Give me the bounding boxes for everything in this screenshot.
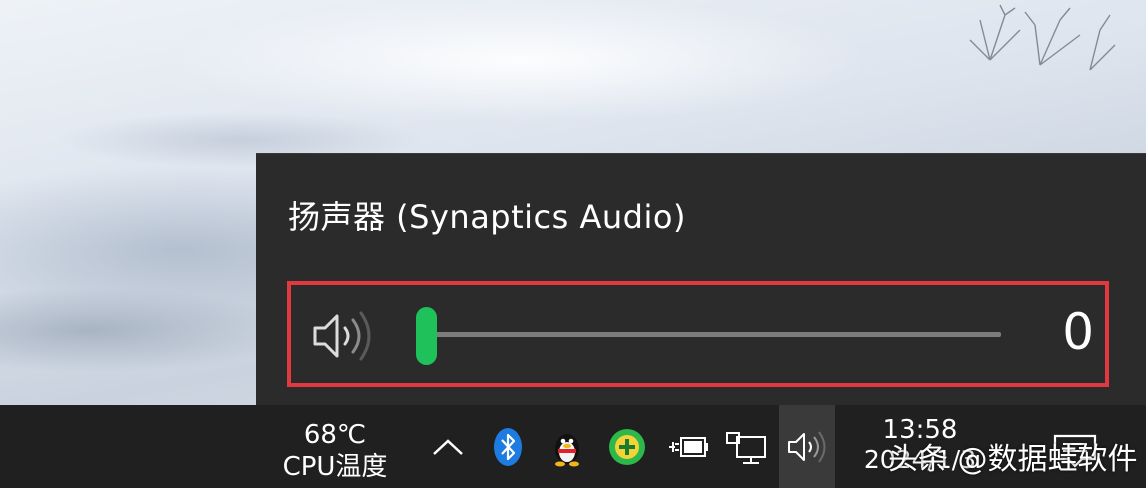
volume-slider-thumb[interactable] (416, 307, 437, 365)
volume-flyout: 扬声器 (Synaptics Audio) 0 (256, 153, 1146, 406)
cpu-temperature: 68℃ (303, 420, 367, 450)
battery-plug-icon[interactable] (666, 427, 710, 467)
qq-penguin-icon[interactable] (548, 427, 586, 467)
cpu-temperature-widget[interactable]: 68℃ CPU温度 (270, 419, 400, 483)
network-monitor-icon[interactable] (724, 427, 770, 467)
snow-shrub-decoration (969, 4, 1116, 71)
volume-slider[interactable] (416, 304, 1001, 365)
cpu-temperature-label: CPU温度 (282, 452, 388, 482)
bluetooth-icon[interactable] (490, 427, 526, 467)
speaker-volume-icon[interactable] (311, 308, 375, 364)
audio-device-name[interactable]: 扬声器 (Synaptics Audio) (288, 192, 686, 238)
watermark-text: 头条 @数据蛙软件 (888, 442, 1138, 477)
volume-value: 0 (1062, 303, 1094, 361)
volume-slider-track[interactable] (424, 332, 1001, 337)
chevron-up-icon[interactable] (428, 427, 468, 467)
green-plus-icon[interactable] (605, 427, 649, 467)
speaker-icon[interactable] (783, 427, 831, 467)
